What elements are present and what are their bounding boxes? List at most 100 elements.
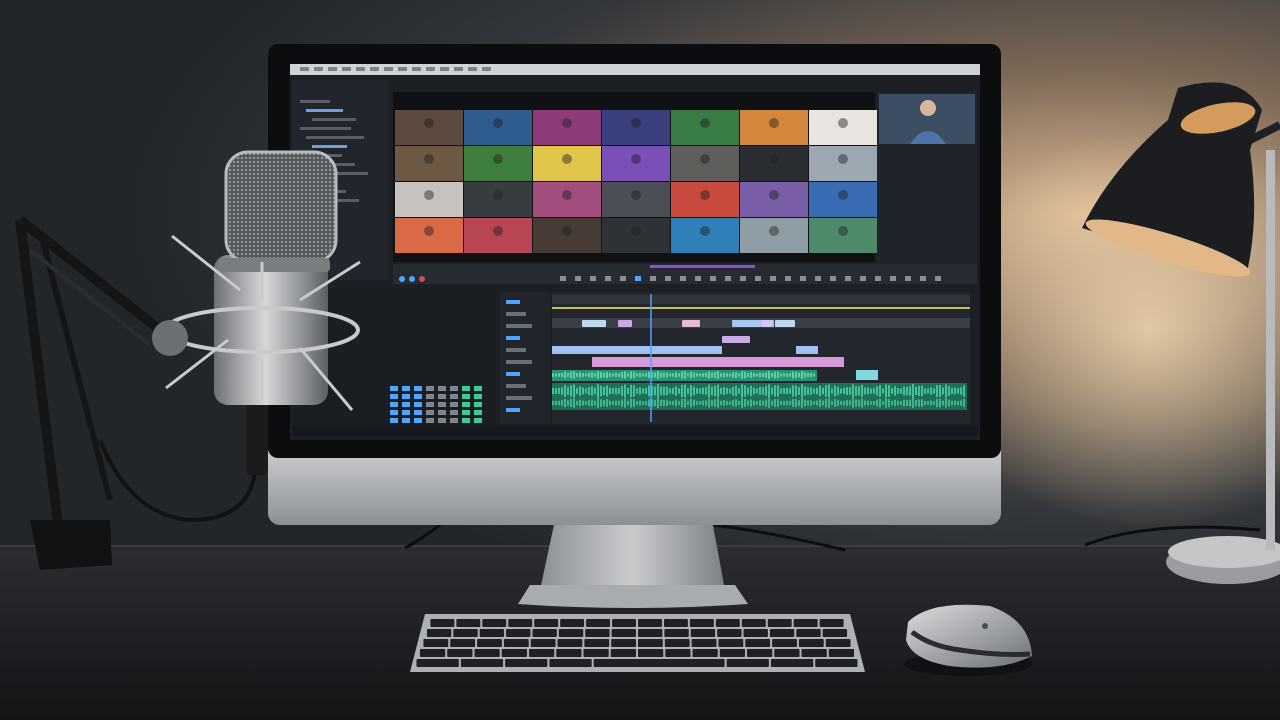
keyboard-key xyxy=(560,619,585,627)
mixer-meter-cell xyxy=(474,386,482,391)
transport-button xyxy=(935,276,941,281)
keyboard-key xyxy=(825,639,851,647)
keyboard-key xyxy=(717,629,742,637)
keyboard-key xyxy=(450,639,476,647)
keyboard-key xyxy=(482,619,507,627)
mixer-meter-cell xyxy=(390,410,398,415)
keyboard-key xyxy=(741,619,766,627)
mixer-meter-cell xyxy=(414,410,422,415)
thumbnail-person-icon xyxy=(631,190,641,200)
keyboard-key xyxy=(663,619,688,627)
transport-button xyxy=(860,276,866,281)
thumbnail-person-icon xyxy=(562,190,572,200)
mixer-meter-cell xyxy=(462,418,470,423)
keyboard-key xyxy=(815,659,858,667)
menu-item xyxy=(356,67,365,71)
thumbnail-person-icon xyxy=(493,154,503,164)
timeline-clip xyxy=(582,320,606,327)
mixer-meter-cell xyxy=(390,418,398,423)
keyboard-key xyxy=(690,629,716,637)
timeline-clip xyxy=(552,346,722,354)
mixer-meter-cell xyxy=(438,410,446,415)
boom-clamp xyxy=(30,520,112,570)
keyboard-key xyxy=(453,629,478,637)
track-header-control xyxy=(506,360,532,364)
timeline-clip xyxy=(722,336,750,343)
mixer-meter-cell xyxy=(462,410,470,415)
keyboard-key xyxy=(456,619,481,627)
transport-button xyxy=(725,276,731,281)
keyboard-key xyxy=(611,639,636,647)
thumbnail-person-icon xyxy=(631,226,641,236)
transport-dot xyxy=(399,276,405,282)
mixer-meter-cell xyxy=(474,394,482,399)
transport-button xyxy=(605,276,611,281)
keyboard-key xyxy=(715,619,740,627)
keyboard-key xyxy=(772,639,797,647)
keyboard-key xyxy=(793,619,818,627)
mic-stem xyxy=(246,405,268,475)
transport-button xyxy=(785,276,791,281)
mic-collar xyxy=(218,258,330,272)
keyboard-key xyxy=(506,629,531,637)
thumbnail-person-icon xyxy=(424,190,434,200)
keyboard-key xyxy=(689,619,714,627)
track-header-control xyxy=(506,348,526,352)
keyboard-key xyxy=(638,619,662,627)
keyboard-key xyxy=(460,659,504,667)
track-header-control xyxy=(506,384,526,388)
mixer-meter-cell xyxy=(438,402,446,407)
menu-item xyxy=(384,67,393,71)
transport-button xyxy=(830,276,836,281)
thumbnail-person-icon xyxy=(700,154,710,164)
browser-list-item xyxy=(306,136,364,139)
thumbnail-person-icon xyxy=(838,118,848,128)
keyboard-key xyxy=(718,639,744,647)
transport-button xyxy=(815,276,821,281)
menu-item xyxy=(370,67,379,71)
mixer-meter-cell xyxy=(474,418,482,423)
keyboard-key xyxy=(774,649,800,657)
keyboard-key xyxy=(747,649,773,657)
keyboard-key xyxy=(558,629,584,637)
keyboard-key xyxy=(501,649,527,657)
timeline-clip xyxy=(762,320,772,327)
keyboard-key xyxy=(419,649,446,657)
keyboard-key xyxy=(767,619,792,627)
browser-list-item xyxy=(312,145,347,148)
menu-item xyxy=(412,67,421,71)
keyboard-key xyxy=(474,649,500,657)
lamp-pole xyxy=(1266,150,1275,550)
keyboard-key xyxy=(719,649,746,657)
browser-list-item xyxy=(312,118,356,121)
thumbnail-person-icon xyxy=(838,154,848,164)
mixer-meter-cell xyxy=(426,394,434,399)
mixer-meter-cell xyxy=(438,386,446,391)
keyboard-key xyxy=(822,629,848,637)
transport-button xyxy=(575,276,581,281)
track-header-control xyxy=(506,396,532,400)
timeline-clip xyxy=(796,346,818,354)
thumbnail-person-icon xyxy=(769,118,779,128)
keyboard-key xyxy=(692,649,718,657)
thumbnail-person-icon xyxy=(769,190,779,200)
keyboard-key xyxy=(610,649,636,657)
timeline-clip xyxy=(592,357,844,367)
keyboard-key xyxy=(503,639,529,647)
keyboard-key xyxy=(611,629,636,637)
menu-item xyxy=(342,67,351,71)
menu-item xyxy=(440,67,449,71)
keyboard-key xyxy=(528,649,555,657)
track-header-control xyxy=(506,324,532,328)
keyboard-key xyxy=(477,639,502,647)
browser-list-item xyxy=(300,100,330,103)
browser-list-item xyxy=(306,109,343,112)
status-bar xyxy=(292,426,978,436)
keyboard-key xyxy=(743,629,768,637)
track-header-control xyxy=(506,408,520,412)
keyboard-key xyxy=(416,659,459,667)
thumbnail-person-icon xyxy=(562,118,572,128)
mixer-meter-cell xyxy=(414,418,422,423)
preview-person-head xyxy=(920,100,936,116)
transport-dot xyxy=(419,276,425,282)
